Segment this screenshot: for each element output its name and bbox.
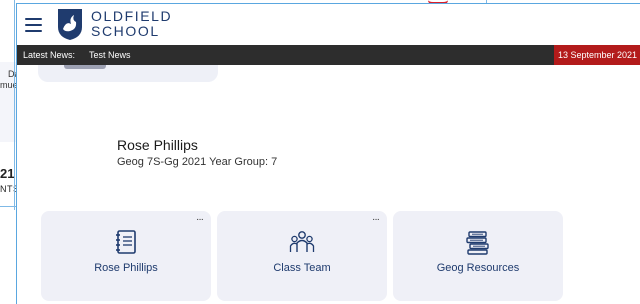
tile-label: Rose Phillips	[94, 262, 158, 274]
profile-card-element	[64, 65, 106, 69]
school-name-line1: OLDFIELD	[91, 8, 173, 24]
tile-class-team[interactable]: ··· Class Team	[217, 211, 387, 301]
tile-menu-button[interactable]: ···	[196, 214, 204, 225]
news-date: 13 September 2021	[554, 45, 640, 65]
notebook-icon	[116, 230, 136, 254]
news-item[interactable]: Test News	[89, 50, 131, 60]
tile-rose-phillips[interactable]: ··· Rose Phillips	[41, 211, 211, 301]
school-crest-icon	[58, 9, 82, 40]
school-name: OLDFIELD SCHOOL	[91, 9, 172, 39]
tile-label: Class Team	[273, 262, 331, 274]
news-ticker: Latest News: Test News 13 September 2021	[17, 45, 640, 65]
books-icon	[466, 231, 489, 255]
app-window: OLDFIELD SCHOOL Latest News: Test News 1…	[16, 3, 640, 304]
tile-geog-resources[interactable]: Geog Resources	[393, 211, 563, 301]
tile-menu-button[interactable]: ···	[372, 214, 380, 225]
school-name-line2: SCHOOL	[91, 23, 160, 39]
student-class-info: Geog 7S-Gg 2021 Year Group: 7	[117, 156, 278, 168]
background-border	[0, 206, 16, 207]
student-name: Rose Phillips	[117, 137, 198, 153]
menu-icon[interactable]	[25, 18, 42, 32]
news-label: Latest News:	[23, 50, 76, 60]
tile-label: Geog Resources	[436, 262, 520, 274]
profile-card-partial	[38, 65, 218, 82]
background-number-fragment: 21	[0, 166, 15, 181]
people-icon	[289, 231, 315, 252]
screen: Da mue 21 NTS OLDFIELD SCHOOL Latest New…	[0, 0, 640, 304]
background-border	[14, 0, 15, 210]
